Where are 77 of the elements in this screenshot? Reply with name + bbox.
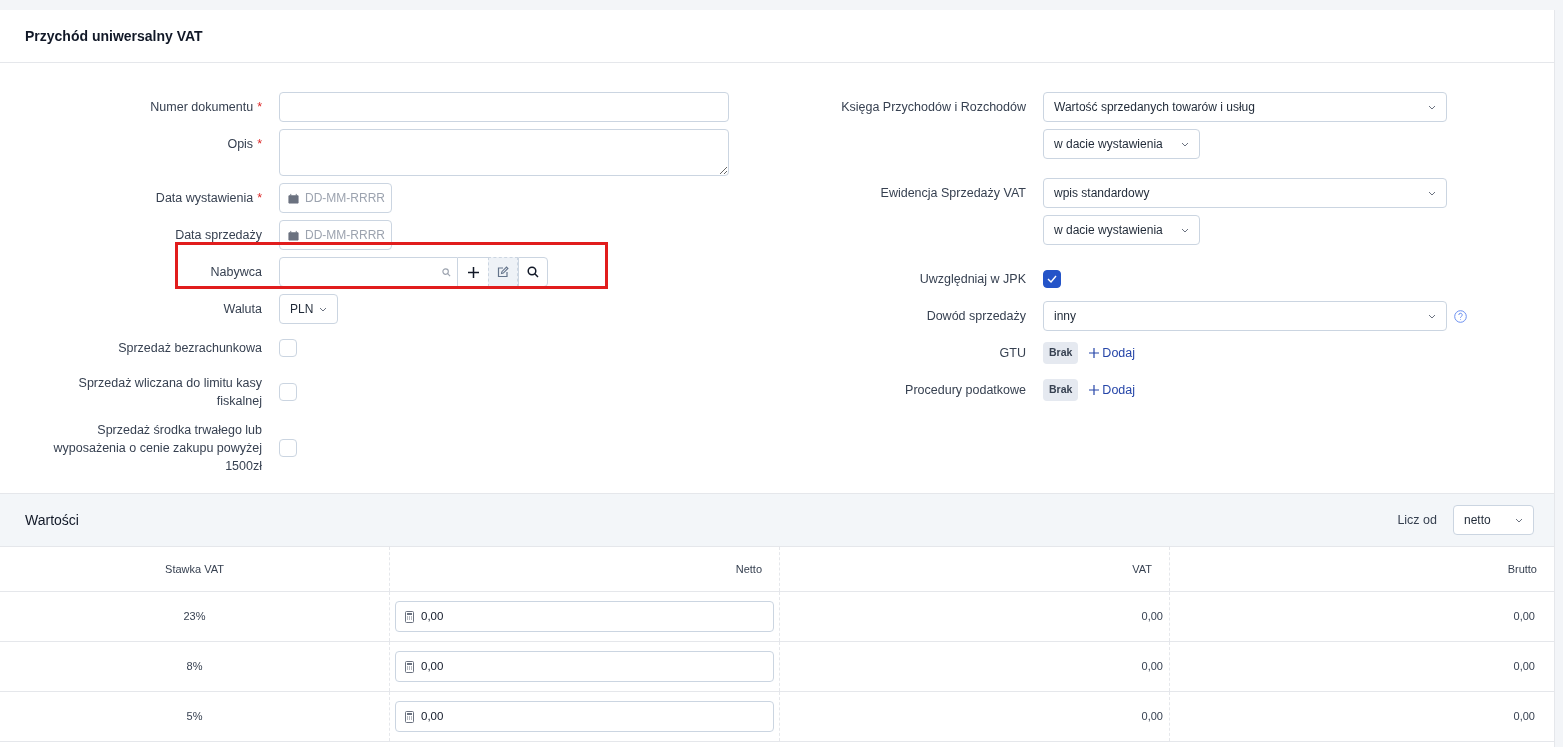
date-field[interactable]: DD-MM-RRRR — [279, 183, 392, 213]
column-header: Stawka VAT — [165, 561, 224, 577]
select-field[interactable]: wpis standardowy — [1043, 178, 1447, 208]
field-label: Sprzedaż bezrachunkowa — [118, 340, 262, 357]
section-title: Wartości — [25, 510, 79, 530]
calendar-icon — [288, 229, 299, 241]
table-cell-text: 8% — [186, 659, 203, 675]
checkmark-icon — [1047, 275, 1057, 283]
table-cell-text: 0,00 — [1141, 659, 1163, 675]
field-label: Data wystawienia — [155, 191, 254, 205]
add-link[interactable]: Dodaj — [1089, 343, 1136, 363]
field-label: Sprzedaż wliczana do limitu kasy fiskalnej — [77, 375, 262, 410]
field-label: Dowód sprzedaży — [926, 309, 1026, 323]
text-input[interactable] — [279, 92, 729, 122]
table-cell-text: 23% — [183, 609, 206, 625]
date-input[interactable]: DD-MM-RRRR — [305, 189, 385, 207]
field-label: Licz od — [1397, 511, 1437, 529]
required-asterisk: * — [257, 191, 262, 205]
tag: Brak — [1043, 379, 1079, 401]
page-title: Przychód uniwersalny VAT — [25, 26, 203, 46]
field-label: GTU — [999, 346, 1026, 360]
field-label: Procedury podatkowe — [905, 383, 1026, 397]
amount-input[interactable]: 0,00 — [395, 601, 774, 632]
plus-icon — [1089, 348, 1100, 358]
caret-icon — [319, 306, 327, 312]
caret-icon — [1181, 141, 1189, 147]
column-header: Netto — [735, 561, 762, 577]
required-asterisk: * — [257, 100, 262, 114]
caret-icon — [1181, 227, 1189, 233]
search-icon — [442, 267, 451, 277]
caret-icon — [1428, 104, 1436, 110]
buyer-search-field[interactable] — [279, 257, 458, 287]
table-cell-text: 0,00 — [1141, 709, 1163, 725]
table-cell-text: 0,00 — [1141, 609, 1163, 625]
select-field[interactable]: w dacie wystawienia — [1043, 215, 1200, 245]
caret-icon — [1428, 190, 1436, 196]
column-header: Brutto — [1507, 561, 1537, 577]
date-input[interactable]: DD-MM-RRRR — [305, 226, 385, 244]
help-icon[interactable] — [1454, 309, 1467, 323]
field-label: Ewidencja Sprzedaży VAT — [880, 186, 1026, 200]
calendar-icon — [288, 192, 299, 204]
select-field[interactable]: netto — [1453, 505, 1534, 535]
calculator-icon — [405, 660, 414, 673]
textarea-input[interactable] — [279, 129, 729, 176]
table-cell-text: 5% — [186, 709, 203, 725]
field-label: Opis — [227, 137, 254, 151]
edit-button[interactable] — [488, 257, 518, 287]
select-field[interactable]: inny — [1043, 301, 1447, 331]
table-cell-text: 0,00 — [1513, 709, 1535, 725]
amount-input[interactable]: 0,00 — [395, 651, 774, 682]
plus-icon — [467, 266, 479, 278]
plus-icon — [1089, 385, 1100, 395]
field-label: Numer dokumentu — [150, 100, 254, 114]
field-label: Nabywca — [210, 265, 262, 279]
search-button[interactable] — [518, 257, 548, 287]
select-field[interactable]: PLN — [279, 294, 338, 324]
field-label: Waluta — [223, 302, 262, 316]
field-label: Uwzględniaj w JPK — [919, 272, 1026, 286]
field-label: Księga Przychodów i Rozchodów — [841, 100, 1026, 114]
select-field[interactable]: Wartość sprzedanych towarów i usług — [1043, 92, 1447, 122]
checkbox[interactable] — [1043, 270, 1061, 288]
required-asterisk: * — [257, 137, 262, 151]
calculator-icon — [405, 710, 414, 723]
column-header: VAT — [1132, 561, 1152, 577]
caret-icon — [1428, 313, 1436, 319]
calculator-icon — [405, 610, 414, 623]
tag: Brak — [1043, 342, 1079, 364]
add-link[interactable]: Dodaj — [1089, 380, 1136, 400]
caret-icon — [1515, 517, 1523, 523]
table-cell-text: 0,00 — [1513, 609, 1535, 625]
field-label: Sprzedaż środka trwałego lub wyposażenia o cenie zakupu powyżej 1500zł — [52, 422, 262, 475]
search-icon — [527, 266, 539, 278]
field-label: Data sprzedaży — [175, 228, 262, 242]
amount-input[interactable]: 0,00 — [395, 701, 774, 732]
table-cell-text: 0,00 — [1513, 659, 1535, 675]
edit-icon — [497, 266, 509, 278]
select-field[interactable]: w dacie wystawienia — [1043, 129, 1200, 159]
